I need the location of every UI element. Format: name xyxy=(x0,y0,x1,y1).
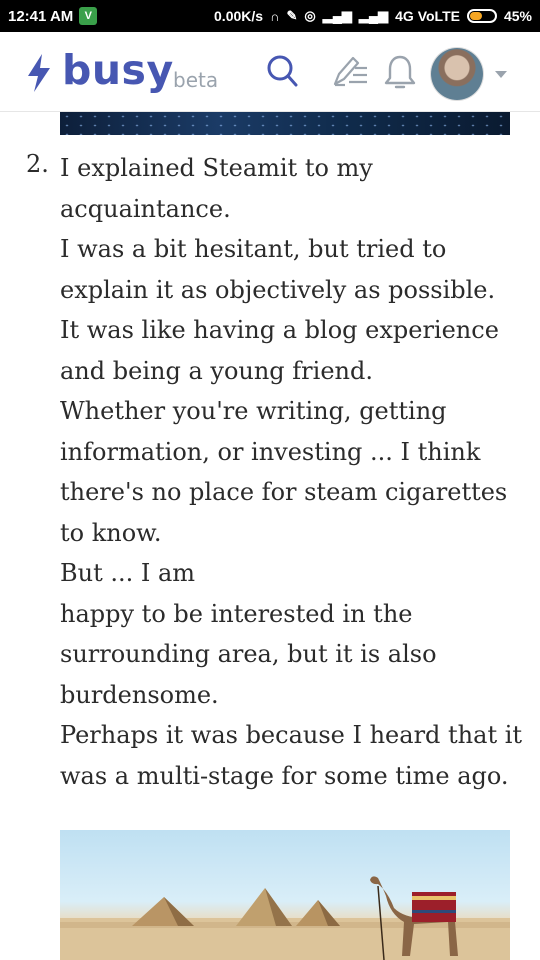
status-bar: 12:41 AM V 0.00K/s ∩ ✎ ◎ ▂▄▆ ▂▄▆ 4G VoLT… xyxy=(0,0,540,32)
app-header: busy beta xyxy=(0,32,540,112)
list-number: 2. xyxy=(26,150,49,178)
text-line: explain it as objectively as possible. xyxy=(60,275,496,304)
article-image-top xyxy=(60,112,510,135)
text-line: there's no place for steam cigarettes xyxy=(60,478,508,506)
text-line: It was like having a blog experience xyxy=(60,316,499,344)
text-line: Perhaps it was because I heard that it xyxy=(60,721,523,749)
article-paragraph: I explained Steamit to my acquaintance. … xyxy=(60,148,523,796)
battery-fill xyxy=(469,12,482,20)
search-icon[interactable] xyxy=(266,54,298,88)
status-right-group: 0.00K/s ∩ ✎ ◎ ▂▄▆ ▂▄▆ 4G VoLTE 45% xyxy=(214,8,532,24)
text-line: surrounding area, but it is also xyxy=(60,640,437,668)
status-time: 12:41 AM xyxy=(8,7,74,25)
text-line: information, or investing ... I think xyxy=(60,437,481,466)
image-texture xyxy=(60,112,510,135)
chevron-down-icon[interactable] xyxy=(494,70,508,80)
logo-text[interactable]: busy xyxy=(62,46,174,94)
text-line: But ... I am xyxy=(60,559,196,587)
text-line: to know. xyxy=(60,518,162,547)
write-icon[interactable] xyxy=(331,54,369,88)
app-notification-icon: V xyxy=(79,7,98,25)
text-line: acquaintance. xyxy=(60,194,231,223)
signal-icon: ▂▄▆ xyxy=(322,8,352,23)
bolt-icon[interactable] xyxy=(26,54,52,92)
alarm-icon: ◎ xyxy=(304,8,316,23)
signal-2-icon: ▂▄▆ xyxy=(358,8,389,23)
text-line: was a multi-stage for some time ago. xyxy=(60,761,509,790)
mute-icon: ✎ xyxy=(286,8,298,23)
article-image-pyramids xyxy=(60,830,510,960)
battery-icon xyxy=(466,9,497,23)
beta-label: beta xyxy=(173,68,219,92)
network-speed: 0.00K/s xyxy=(214,8,264,24)
pyramids-scene xyxy=(60,876,510,960)
network-type: 4G VoLTE xyxy=(395,8,460,24)
text-line: Whether you're writing, getting xyxy=(60,397,447,425)
text-line: I explained Steamit to my xyxy=(60,154,373,182)
headphones-icon: ∩ xyxy=(270,8,280,24)
text-line: burdensome. xyxy=(60,680,219,709)
avatar[interactable] xyxy=(431,48,483,100)
bell-icon[interactable] xyxy=(384,54,416,90)
battery-text: 45% xyxy=(503,8,532,24)
text-line: and being a young friend. xyxy=(60,356,373,385)
text-line: I was a bit hesitant, but tried to xyxy=(60,235,447,263)
text-line: happy to be interested in the xyxy=(60,599,413,628)
